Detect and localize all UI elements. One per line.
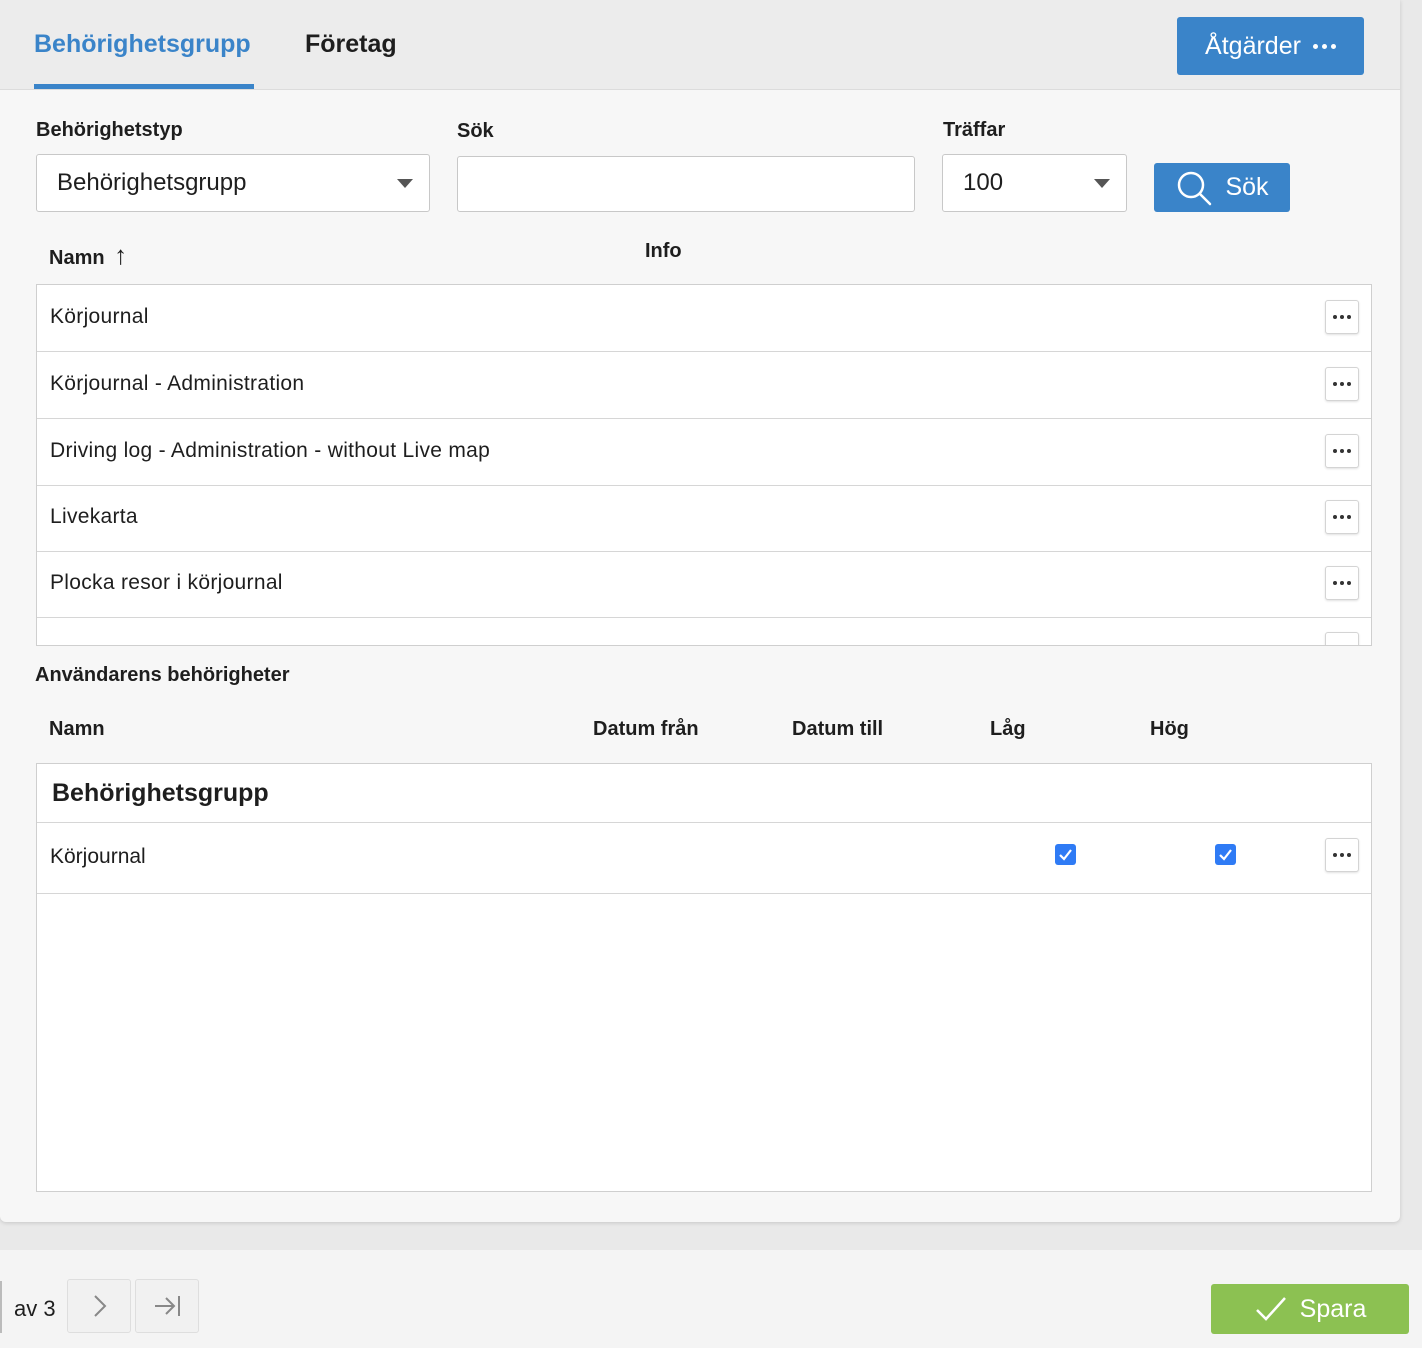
row-more-button[interactable] — [1325, 367, 1359, 401]
row-more-button[interactable] — [1325, 300, 1359, 334]
search-icon — [1178, 171, 1212, 205]
row-more-button[interactable] — [1325, 500, 1359, 534]
tab-bar: Behörighetsgrupp Företag Åtgärder — [0, 0, 1400, 90]
last-page-button[interactable] — [135, 1279, 199, 1333]
save-button[interactable]: Spara — [1211, 1284, 1409, 1334]
search-button[interactable]: Sök — [1154, 163, 1290, 212]
perm-column-datum-till: Datum till — [792, 718, 884, 740]
actions-button[interactable]: Åtgärder — [1177, 17, 1364, 75]
hits-label: Träffar — [943, 119, 1006, 141]
search-input[interactable] — [457, 156, 915, 212]
permission-type-select[interactable]: Behörighetsgrupp — [36, 154, 430, 212]
last-page-icon — [155, 1296, 180, 1316]
list-item-name: Driving log - Administration - without L… — [50, 439, 491, 462]
row-more-button[interactable] — [1325, 632, 1359, 645]
pager-previous-edge — [0, 1281, 2, 1333]
caret-down-icon — [1094, 179, 1110, 188]
column-header-info[interactable]: Info — [645, 240, 682, 263]
user-permissions-table: Behörighetsgrupp Körjournal — [36, 763, 1372, 1192]
list-item[interactable]: Körjournal - Administration — [37, 352, 1371, 419]
list-item[interactable]: Plocka resor i körjournal — [37, 551, 1371, 618]
more-horizontal-icon — [1312, 43, 1336, 49]
chevron-right-icon — [94, 1295, 107, 1317]
permission-name: Körjournal — [50, 845, 146, 868]
next-page-button[interactable] — [67, 1279, 131, 1333]
low-checkbox[interactable] — [1055, 844, 1076, 865]
search-button-label: Sök — [1225, 173, 1269, 201]
results-list: Körjournal Körjournal - Administration D… — [36, 284, 1372, 646]
user-permissions-title: Användarens behörigheter — [35, 664, 290, 686]
list-item[interactable]: Driving log - Administration - without L… — [37, 419, 1371, 486]
list-item-partial[interactable] — [37, 618, 1371, 645]
check-icon — [1059, 849, 1072, 861]
hits-value: 100 — [963, 169, 1004, 196]
list-item-name: Livekarta — [50, 505, 138, 528]
perm-column-datum-fran: Datum från — [593, 718, 699, 740]
main-panel: Behörighetsgrupp Företag Åtgärder Behöri… — [0, 0, 1400, 1222]
list-item-name: Körjournal - Administration — [50, 372, 305, 395]
table-row: Körjournal — [37, 823, 1371, 894]
perm-column-lag: Låg — [990, 718, 1026, 740]
active-tab-indicator — [34, 84, 254, 89]
permission-group-header: Behörighetsgrupp — [37, 764, 1371, 823]
permission-type-label: Behörighetstyp — [36, 119, 183, 141]
list-item[interactable]: Körjournal — [37, 285, 1371, 352]
footer-bar: av 3 Spara — [0, 1250, 1422, 1348]
row-more-button[interactable] — [1325, 838, 1359, 872]
high-checkbox[interactable] — [1215, 844, 1236, 865]
row-more-button[interactable] — [1325, 566, 1359, 600]
permission-group-name: Behörighetsgrupp — [52, 779, 269, 807]
perm-column-namn: Namn — [49, 718, 105, 740]
tab-foretag[interactable]: Företag — [305, 30, 397, 59]
hits-select[interactable]: 100 — [942, 154, 1127, 212]
sort-ascending-icon: ↑ — [114, 240, 128, 270]
list-item-name: Körjournal — [50, 305, 149, 328]
save-button-label: Spara — [1299, 1294, 1367, 1323]
column-header-namn[interactable]: Namn ↑ — [49, 240, 127, 271]
checkmark-icon — [1255, 1297, 1286, 1321]
search-label: Sök — [457, 120, 494, 142]
pager-total: av 3 — [14, 1296, 56, 1321]
actions-button-label: Åtgärder — [1205, 31, 1301, 60]
perm-column-hog: Hög — [1150, 718, 1189, 740]
list-item-name: Plocka resor i körjournal — [50, 571, 283, 594]
row-more-button[interactable] — [1325, 434, 1359, 468]
check-icon — [1219, 849, 1232, 861]
caret-down-icon — [397, 179, 413, 188]
list-item[interactable]: Livekarta — [37, 485, 1371, 552]
tab-behorighetsgrupp[interactable]: Behörighetsgrupp — [34, 30, 251, 59]
permission-type-value: Behörighetsgrupp — [57, 169, 247, 196]
